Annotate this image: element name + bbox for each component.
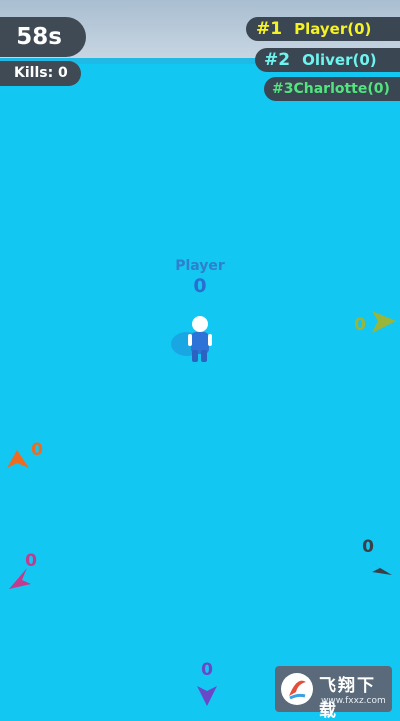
leaderboard-name: Oliver(0) bbox=[302, 51, 377, 69]
watermark-logo: 飞翔下载 www.fxxz.com bbox=[275, 666, 392, 721]
leaderboard-rank: #3 bbox=[272, 81, 294, 97]
arrow-right-icon bbox=[372, 311, 396, 333]
arrow-left-icon bbox=[7, 450, 29, 468]
kills-counter: Kills: 0 bbox=[0, 61, 81, 86]
leaderboard-name: Charlotte(0) bbox=[293, 81, 390, 97]
leaderboard-name: Player(0) bbox=[294, 20, 372, 38]
watermark-logo-icon bbox=[281, 673, 313, 705]
leaderboard-row-3: #3 Charlotte(0) bbox=[264, 77, 400, 101]
player-score-label: 0 bbox=[193, 275, 207, 297]
leaderboard-row-2: #2 Oliver(0) bbox=[255, 48, 400, 72]
player-name-label: Player bbox=[175, 258, 225, 274]
enemy-score-label: 0 bbox=[201, 660, 213, 680]
watermark-url: www.fxxz.com bbox=[321, 696, 386, 706]
leaderboard-rank: #1 bbox=[256, 19, 283, 39]
arrow-down-icon bbox=[197, 686, 217, 706]
leaderboard-row-1: #1 Player(0) bbox=[246, 17, 400, 41]
arrow-left-icon bbox=[9, 568, 31, 589]
timer-display: 58s bbox=[0, 17, 86, 57]
enemy-score-label: 0 bbox=[354, 315, 366, 335]
player-character-icon bbox=[171, 316, 212, 362]
leaderboard-rank: #2 bbox=[264, 50, 291, 70]
arrow-right-icon bbox=[370, 562, 392, 575]
